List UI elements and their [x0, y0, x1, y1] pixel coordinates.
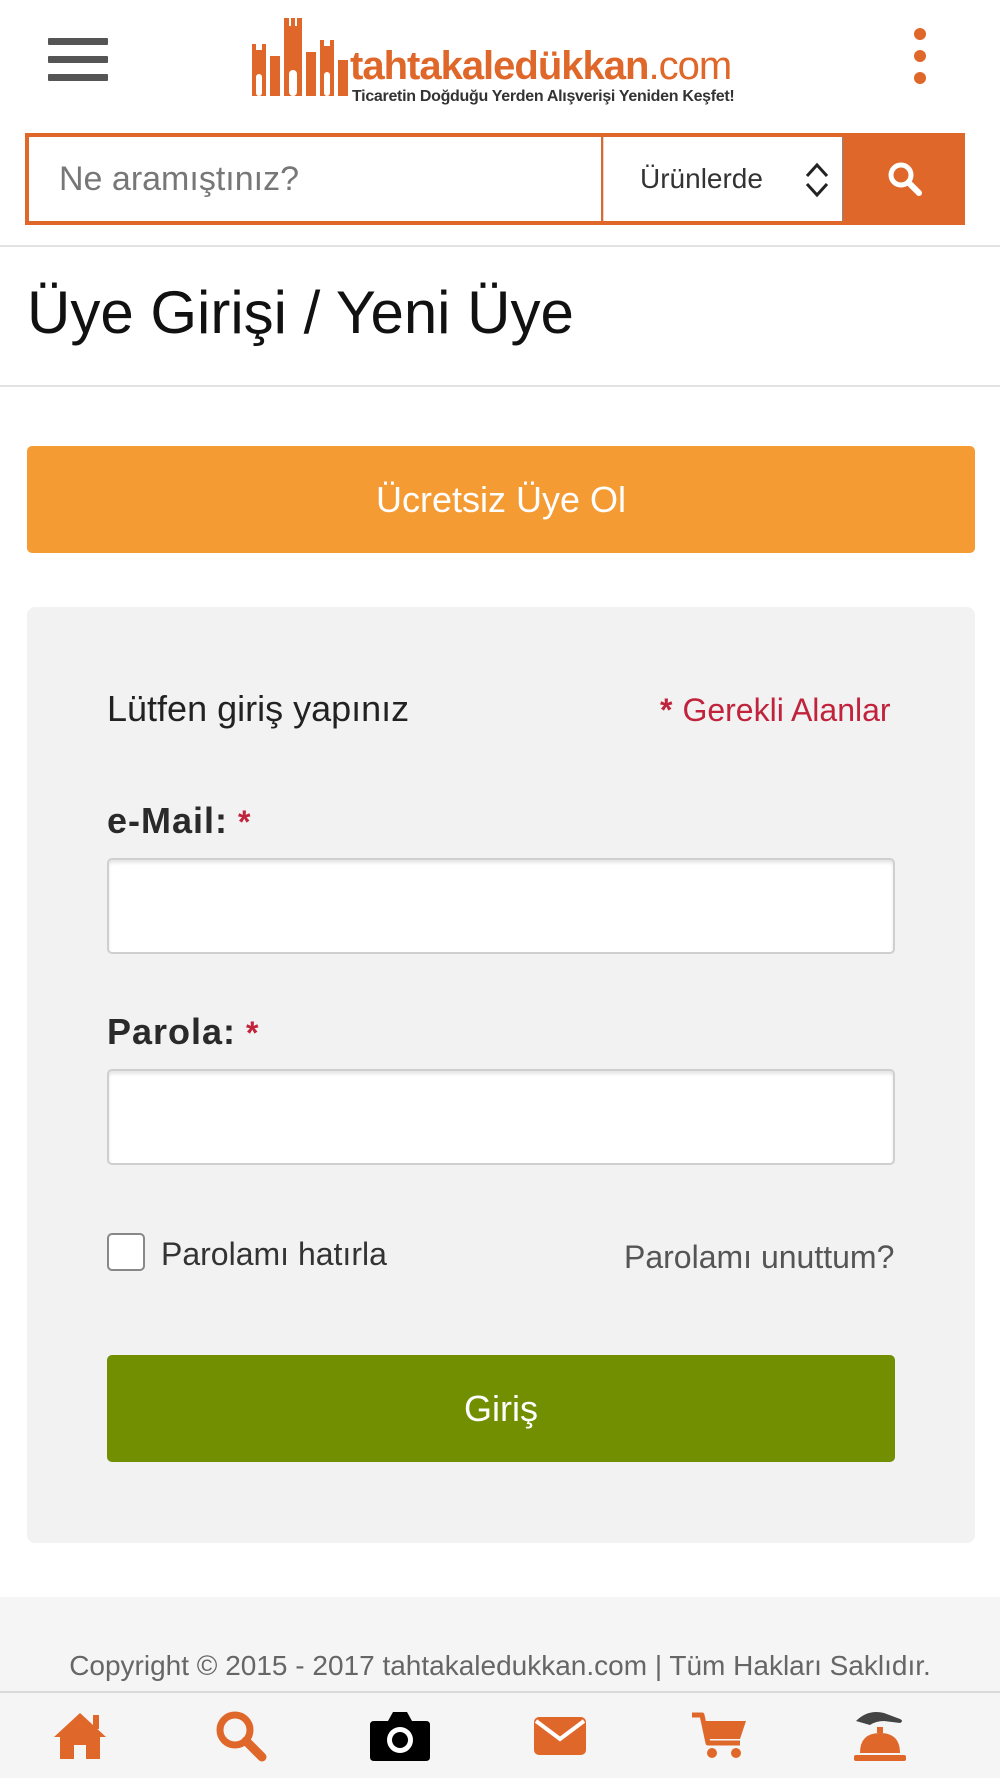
- site-logo[interactable]: tahtakaledükkan.com Ticaretin Doğduğu Ye…: [250, 14, 760, 105]
- castle-logo-icon: [252, 18, 348, 96]
- home-icon: [54, 1713, 106, 1759]
- camera-icon: [370, 1712, 430, 1761]
- search-bar: Ürünlerde: [25, 133, 965, 225]
- nav-service[interactable]: [845, 1707, 915, 1767]
- page-title: Üye Girişi / Yeni Üye: [27, 279, 574, 346]
- forgot-password-link[interactable]: Parolamı unuttum?: [624, 1239, 894, 1276]
- select-updown-icon: [805, 162, 829, 198]
- nav-search[interactable]: [205, 1707, 275, 1767]
- required-star: *: [238, 804, 252, 840]
- search-icon: [888, 162, 922, 196]
- password-field[interactable]: [107, 1069, 895, 1165]
- remember-me-checkbox[interactable]: [107, 1233, 145, 1271]
- cart-icon: [692, 1712, 746, 1758]
- copyright-text: Copyright © 2015 - 2017 tahtakaledukkan.…: [69, 1650, 931, 1681]
- search-scope-label: Ürünlerde: [640, 163, 763, 194]
- email-label: e-Mail: *: [107, 800, 252, 841]
- hamburger-menu-icon[interactable]: [48, 38, 108, 82]
- search-button[interactable]: [845, 133, 965, 225]
- required-star: *: [246, 1015, 260, 1051]
- vertical-dots-icon[interactable]: [905, 28, 935, 86]
- login-heading: Lütfen giriş yapınız: [107, 688, 410, 729]
- remember-me-label[interactable]: Parolamı hatırla: [161, 1236, 387, 1273]
- required-fields-note: * Gerekli Alanlar: [660, 692, 891, 728]
- password-label: Parola: *: [107, 1011, 260, 1052]
- search-icon: [216, 1711, 267, 1762]
- login-button[interactable]: Giriş: [107, 1355, 895, 1462]
- email-field[interactable]: [107, 858, 895, 954]
- divider: [0, 245, 1000, 247]
- divider: [0, 385, 1000, 387]
- nav-contact[interactable]: [525, 1707, 595, 1767]
- logo-wordmark: tahtakaledükkan.com: [350, 44, 732, 88]
- bottom-nav: [0, 1691, 1000, 1778]
- search-input[interactable]: [29, 137, 601, 221]
- logo-tagline: Ticaretin Doğduğu Yerden Alışverişi Yeni…: [352, 88, 735, 105]
- search-scope-select[interactable]: Ürünlerde: [603, 137, 843, 221]
- nav-cart[interactable]: [685, 1707, 755, 1767]
- nav-home[interactable]: [45, 1707, 115, 1767]
- register-button[interactable]: Ücretsiz Üye Ol: [27, 446, 975, 553]
- nav-camera[interactable]: [365, 1707, 435, 1767]
- service-bell-icon: [854, 1712, 906, 1761]
- envelope-icon: [534, 1717, 586, 1755]
